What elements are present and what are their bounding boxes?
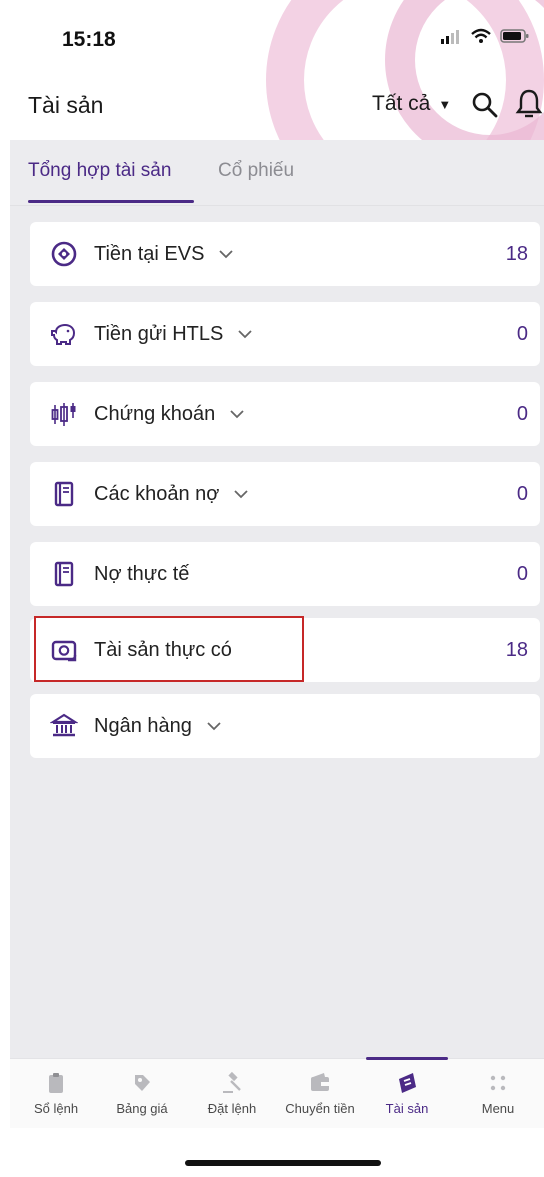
candlestick-icon <box>51 403 76 426</box>
asset-label: Ngân hàng <box>94 714 192 737</box>
grid-icon <box>490 1075 506 1091</box>
nav-label: Đặt lệnh <box>207 1101 257 1116</box>
nav-assets[interactable]: Tài sản <box>367 1059 447 1129</box>
asset-tabs: Tổng hợp tài sản Cổ phiếu <box>10 140 544 206</box>
asset-row-actual-debt[interactable]: Nợ thực tế 0 <box>30 542 540 606</box>
asset-value: 0 <box>516 482 528 505</box>
asset-label: Các khoản nợ <box>94 482 220 505</box>
battery-icon <box>500 29 529 43</box>
camera-icon <box>51 640 77 662</box>
piggy-bank-icon <box>51 323 76 345</box>
nav-label: Sổ lệnh <box>33 1101 79 1116</box>
bottom-nav: Sổ lệnh Bảng giá Đặt lệnh Chuyển tiền Tà… <box>10 1057 544 1129</box>
nav-label: Menu <box>481 1101 515 1116</box>
asset-label-group: Tài sản thực có <box>94 639 232 662</box>
wallet-icon <box>311 1073 329 1091</box>
app-header: Tài sản Tất cả ▼ <box>0 78 544 134</box>
asset-value: 18 <box>505 242 528 265</box>
active-tab-indicator <box>28 200 194 203</box>
nav-label: Tài sản <box>385 1101 429 1116</box>
tab-stocks[interactable]: Cổ phiếu <box>218 160 294 182</box>
tab-asset-summary[interactable]: Tổng hợp tài sản <box>28 160 171 182</box>
asset-row-deposit-htls[interactable]: Tiền gửi HTLS 0 <box>30 302 540 366</box>
wifi-icon <box>471 28 491 43</box>
gavel-icon <box>223 1071 241 1093</box>
asset-label: Tiền tại EVS <box>94 242 205 265</box>
asset-value: 18 <box>505 638 528 661</box>
asset-label-group: Nợ thực tế <box>94 563 189 586</box>
filter-label: Tất cả <box>372 92 431 115</box>
notebook-icon <box>54 481 74 507</box>
nav-price-board[interactable]: Bảng giá <box>102 1059 182 1129</box>
status-icons <box>440 28 530 44</box>
asset-label: Tài sản thực có <box>94 638 232 661</box>
nav-order-book[interactable]: Sổ lệnh <box>16 1059 96 1129</box>
asset-label-group: Tiền tại EVS <box>94 243 234 266</box>
asset-label: Chứng khoán <box>94 402 216 425</box>
signal-icon <box>441 30 459 44</box>
asset-row-debts[interactable]: Các khoản nợ 0 <box>30 462 540 526</box>
asset-label-group: Tiền gửi HTLS <box>94 323 253 346</box>
bank-icon <box>50 713 78 737</box>
asset-row-bank[interactable]: Ngân hàng <box>30 694 540 758</box>
asset-value: 0 <box>516 322 528 345</box>
nav-menu[interactable]: Menu <box>458 1059 538 1129</box>
chevron-down-icon <box>238 330 252 339</box>
chevron-down-icon <box>234 490 249 499</box>
tag-icon <box>135 1075 150 1091</box>
asset-row-net-assets[interactable]: Tài sản thực có 18 <box>30 618 540 682</box>
target-icon <box>51 241 77 267</box>
asset-label-group: Chứng khoán <box>94 403 245 426</box>
asset-row-securities[interactable]: Chứng khoán 0 <box>30 382 540 446</box>
assets-icon <box>399 1073 416 1093</box>
nav-transfer[interactable]: Chuyển tiền <box>280 1059 360 1129</box>
bell-icon[interactable] <box>514 88 544 120</box>
search-icon[interactable] <box>470 90 500 120</box>
clipboard-icon <box>49 1073 63 1093</box>
asset-row-cash-evs[interactable]: Tiền tại EVS 18 <box>30 222 540 286</box>
asset-label: Nợ thực tế <box>94 562 190 585</box>
asset-list: Tiền tại EVS 18 Tiền gửi HTLS 0 Chứng kh… <box>10 206 544 1060</box>
asset-value: 0 <box>516 562 528 585</box>
chevron-down-icon <box>230 410 244 419</box>
notebook-icon <box>54 561 74 587</box>
nav-place-order[interactable]: Đặt lệnh <box>192 1059 272 1129</box>
status-bar: 15:18 <box>0 0 544 70</box>
nav-label: Chuyển tiền <box>285 1101 355 1116</box>
asset-value: 0 <box>516 402 528 425</box>
asset-label-group: Các khoản nợ <box>94 483 249 506</box>
chevron-down-icon <box>207 722 221 731</box>
asset-label: Tiền gửi HTLS <box>94 322 224 345</box>
caret-down-icon: ▼ <box>438 96 452 112</box>
nav-label: Bảng giá <box>116 1101 168 1116</box>
filter-dropdown[interactable]: Tất cả ▼ <box>372 92 451 116</box>
asset-label-group: Ngân hàng <box>94 715 222 738</box>
status-time: 15:18 <box>62 28 116 51</box>
chevron-down-icon <box>219 250 234 259</box>
page-title: Tài sản <box>28 92 104 118</box>
home-indicator <box>185 1160 381 1166</box>
